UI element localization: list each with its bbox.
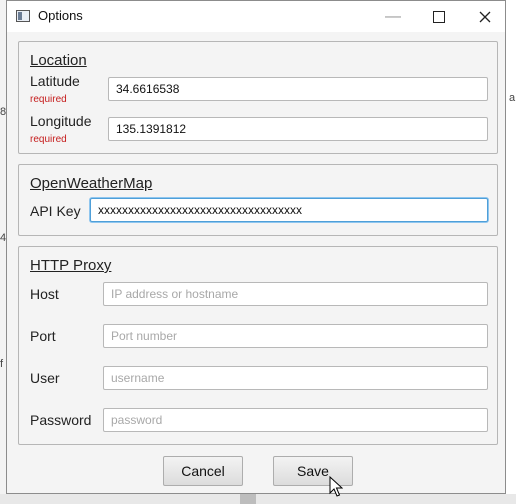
cancel-button[interactable]: Cancel — [163, 456, 243, 486]
api-key-input[interactable] — [90, 198, 488, 222]
api-key-label: API Key — [30, 203, 81, 219]
longitude-input[interactable] — [108, 117, 488, 141]
background-app-bottom — [0, 494, 516, 504]
options-dialog: Options — Location Latitude required Lon… — [6, 0, 506, 494]
maximize-icon — [433, 10, 445, 23]
close-button[interactable] — [462, 1, 508, 32]
host-input[interactable] — [103, 282, 488, 306]
location-group: Location Latitude required Longitude req… — [18, 41, 498, 154]
minimize-button[interactable]: — — [370, 1, 416, 32]
http-proxy-group-title: HTTP Proxy — [30, 257, 112, 274]
port-input[interactable] — [103, 324, 488, 348]
background-scrollbar-thumb — [240, 494, 256, 504]
latitude-input[interactable] — [108, 77, 488, 101]
longitude-required-hint: required — [30, 134, 67, 145]
mouse-pointer-icon — [329, 476, 343, 497]
password-label: Password — [30, 412, 92, 428]
http-proxy-group: HTTP Proxy Host Port User Password — [18, 246, 498, 445]
port-label: Port — [30, 328, 56, 344]
background-app-edge-right — [508, 0, 516, 504]
location-group-title: Location — [30, 52, 87, 69]
window-app-icon — [16, 10, 30, 22]
password-input[interactable] — [103, 408, 488, 432]
longitude-label: Longitude — [30, 113, 92, 129]
background-text: a — [509, 92, 516, 104]
user-label: User — [30, 370, 60, 386]
maximize-button[interactable] — [416, 1, 462, 32]
openweathermap-group: OpenWeatherMap API Key — [18, 164, 498, 236]
latitude-required-hint: required — [30, 94, 67, 105]
background-text: f — [0, 358, 4, 370]
title-bar[interactable]: Options — — [7, 1, 505, 32]
minimize-icon: — — [385, 7, 401, 25]
latitude-label: Latitude — [30, 73, 80, 89]
user-input[interactable] — [103, 366, 488, 390]
close-icon — [479, 11, 491, 22]
window-title: Options — [38, 8, 83, 23]
openweathermap-group-title: OpenWeatherMap — [30, 175, 153, 192]
host-label: Host — [30, 286, 59, 302]
